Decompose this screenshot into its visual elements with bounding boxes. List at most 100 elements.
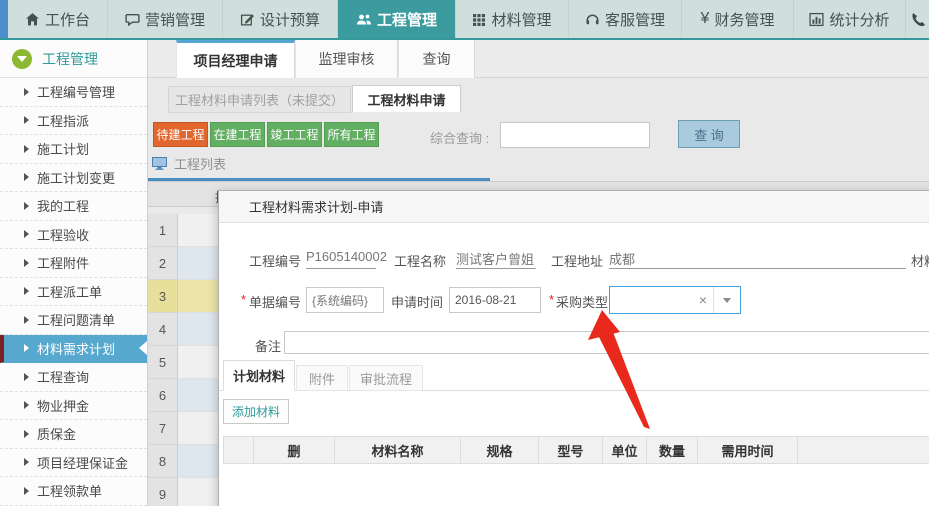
material-table-header: 删 材料名称 规格 型号 单位 数量 需用时间 — [223, 436, 929, 464]
sidebar-item-project-number[interactable]: 工程编号管理 — [0, 78, 147, 107]
sidebar-item-label: 工程编号管理 — [37, 85, 116, 101]
tab-attachments[interactable]: 附件 — [296, 365, 348, 391]
tab-pm-application[interactable]: 项目经理申请 — [176, 40, 295, 78]
sidebar-item-property-deposit[interactable]: 物业押金 — [0, 392, 147, 420]
sidebar-item-assignment[interactable]: 工程指派 — [0, 107, 147, 135]
sidebar-item-payment-order[interactable]: 工程领款单 — [0, 477, 147, 506]
nav-item-finance[interactable]: ¥ 财务管理 — [682, 0, 794, 38]
filter-pending-projects[interactable]: 待建工程 — [153, 122, 208, 147]
sidebar-item-label: 施工计划 — [37, 142, 90, 158]
sidebar-item-label: 我的工程 — [37, 199, 90, 215]
sidebar-item-pm-deposit[interactable]: 项目经理保证金 — [0, 449, 147, 477]
sidebar-item-label: 工程问题清单 — [37, 313, 116, 329]
doc-no-input[interactable] — [306, 287, 384, 313]
nav-item-engineering[interactable]: 工程管理 — [338, 0, 456, 38]
sidebar-item-acceptance[interactable]: 工程验收 — [0, 221, 147, 249]
table-row[interactable]: 9 — [148, 478, 218, 506]
remark-input[interactable] — [284, 331, 929, 354]
column-header-spec: 规格 — [461, 437, 539, 463]
project-name-value[interactable]: 测试客户曾姐 — [456, 249, 536, 269]
tab-approval-flow[interactable]: 审批流程 — [349, 365, 423, 391]
arrow-right-icon — [24, 87, 29, 96]
table-row[interactable]: 1 — [148, 214, 218, 247]
nav-item-materials[interactable]: 材料管理 — [456, 0, 569, 38]
arrow-right-icon — [24, 429, 29, 438]
table-row[interactable]: 6 — [148, 379, 218, 412]
sidebar-item-my-projects[interactable]: 我的工程 — [0, 192, 147, 221]
sidebar-item-quality-deposit[interactable]: 质保金 — [0, 420, 147, 449]
table-row[interactable]: 4 — [148, 313, 218, 346]
project-addr-label: 工程地址 — [551, 254, 604, 269]
nav-item-workbench[interactable]: 工作台 — [8, 0, 108, 38]
sidebar: 工程管理 工程编号管理 工程指派 施工计划 施工计划变更 我的工程 工程验收 工… — [0, 40, 148, 506]
table-row[interactable]: 5 — [148, 346, 218, 379]
subtab-label: 工程材料申请列表（未提交） — [174, 93, 344, 108]
filter-label: 所有工程 — [327, 128, 376, 142]
column-header-empty — [798, 437, 929, 463]
nav-item-customer-service[interactable]: 客服管理 — [569, 0, 682, 38]
nav-item-label: 材料管理 — [491, 11, 552, 29]
subtab-material-application[interactable]: 工程材料申请 — [352, 85, 461, 112]
column-header-model: 型号 — [539, 437, 603, 463]
project-no-value[interactable]: P1605140002 — [306, 249, 387, 269]
panel-title: 工程列表 — [174, 157, 227, 172]
tab-plan-materials[interactable]: 计划材料 — [223, 360, 295, 391]
combined-search-input[interactable] — [500, 122, 650, 148]
nav-item-statistics[interactable]: 统计分析 — [794, 0, 906, 38]
apply-date-input[interactable] — [449, 287, 541, 313]
dialog-title: 工程材料需求计划-申请 — [249, 200, 384, 215]
sidebar-item-plan-change[interactable]: 施工计划变更 — [0, 164, 147, 192]
sidebar-item-issue-list[interactable]: 工程问题清单 — [0, 306, 147, 335]
sidebar-item-label: 工程领款单 — [37, 484, 103, 500]
grid-icon — [473, 14, 486, 26]
sidebar-item-project-query[interactable]: 工程查询 — [0, 363, 147, 392]
arrow-right-icon — [24, 258, 29, 267]
project-addr-value[interactable]: 成都 — [609, 249, 906, 269]
clear-icon[interactable]: × — [693, 292, 713, 308]
filter-all-projects[interactable]: 所有工程 — [324, 122, 379, 147]
chevron-down-icon[interactable] — [723, 297, 731, 303]
tab-label: 监理审核 — [318, 51, 375, 67]
dropdown-divider — [713, 287, 714, 313]
filter-completed-projects[interactable]: 竣工工程 — [267, 122, 322, 147]
subtab-label: 工程材料申请 — [367, 92, 446, 108]
sidebar-item-construction-plan[interactable]: 施工计划 — [0, 135, 147, 164]
tab-label: 项目经理申请 — [193, 52, 278, 69]
phone-icon — [912, 13, 925, 27]
remark-label: 备注 — [255, 339, 282, 354]
nav-item-design-budget[interactable]: 设计预算 — [223, 0, 338, 38]
combined-search-label: 综合查询 : — [430, 131, 490, 146]
nav-item-marketing[interactable]: 营销管理 — [108, 0, 223, 38]
tab-supervision-review[interactable]: 监理审核 — [295, 40, 398, 78]
arrow-right-icon — [24, 372, 29, 381]
sidebar-item-label: 工程附件 — [37, 256, 90, 272]
table-row[interactable]: 2 — [148, 247, 218, 280]
arrow-right-icon — [24, 173, 29, 182]
row-number: 4 — [148, 313, 178, 346]
subtab-application-list[interactable]: 工程材料申请列表（未提交） — [168, 86, 351, 113]
nav-item-label: 统计分析 — [829, 11, 890, 29]
query-button[interactable]: 查 询 — [678, 120, 740, 148]
nav-item-label: 工程管理 — [376, 11, 437, 29]
material-demand-plan-dialog: 工程材料需求计划-申请 工程编号 P1605140002 工程名称 测试客户曾姐… — [218, 190, 929, 506]
sidebar-item-dispatch-order[interactable]: 工程派工单 — [0, 278, 147, 306]
purchase-type-dropdown[interactable]: × — [609, 286, 741, 314]
sidebar-item-attachments[interactable]: 工程附件 — [0, 249, 147, 278]
required-marker: * — [241, 292, 247, 307]
table-row[interactable]: 7 — [148, 412, 218, 445]
arrow-right-icon — [24, 116, 29, 125]
main-content: 项目经理申请 监理审核 查询 工程材料申请列表（未提交） 工程材料申请 待建工程… — [148, 40, 929, 506]
chat-icon — [125, 13, 140, 26]
tab-query[interactable]: 查询 — [398, 40, 475, 78]
dialog-tab-bar: 计划材料 附件 审批流程 — [219, 360, 929, 391]
table-row-selected[interactable]: 3 — [148, 280, 218, 313]
arrow-right-icon — [24, 486, 29, 495]
table-row[interactable]: 8 — [148, 445, 218, 478]
row-number: 2 — [148, 247, 178, 280]
nav-item-partial[interactable] — [906, 0, 929, 38]
collapse-toggle[interactable] — [12, 48, 32, 69]
column-header-unit: 单位 — [603, 437, 647, 463]
add-material-button[interactable]: 添加材料 — [223, 399, 289, 424]
sidebar-item-material-demand-plan[interactable]: 材料需求计划 — [0, 334, 147, 363]
filter-inprogress-projects[interactable]: 在建工程 — [210, 122, 265, 147]
